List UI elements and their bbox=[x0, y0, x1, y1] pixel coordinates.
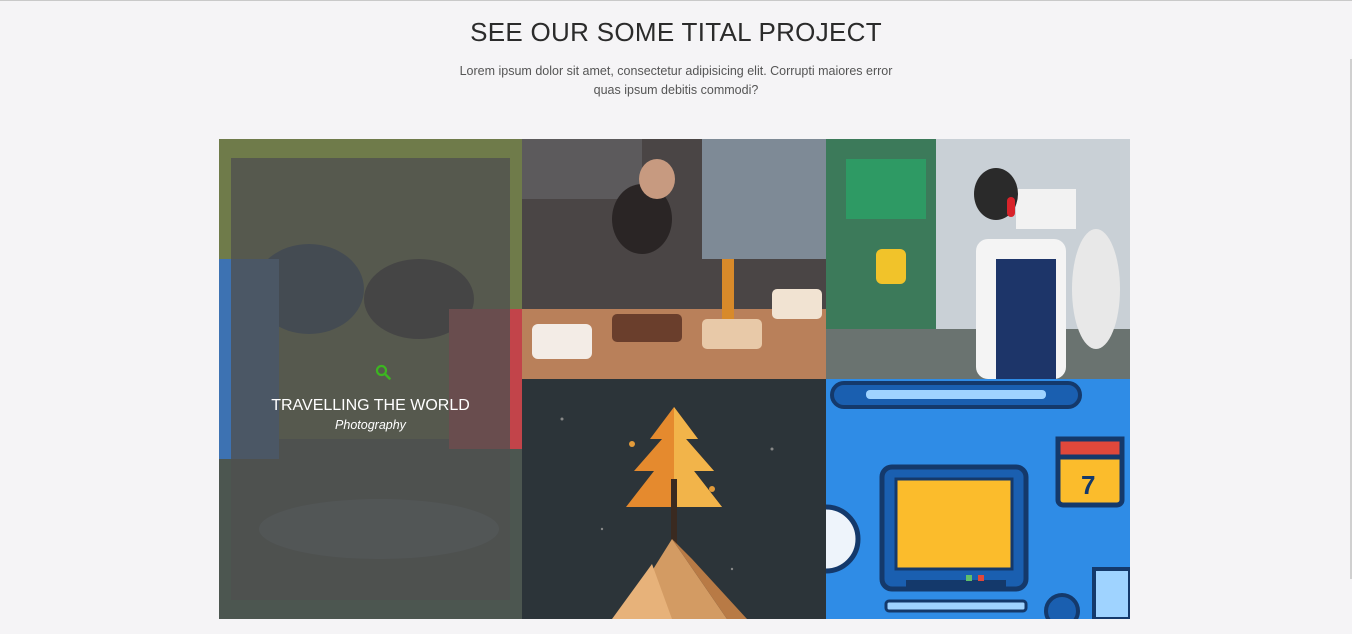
computer-illustration: 7 bbox=[826, 379, 1130, 619]
portfolio-grid: TRAVELLING THE WORLD Photography 7 bbox=[219, 139, 1130, 619]
portfolio-item-kids[interactable]: TRAVELLING THE WORLD Photography bbox=[219, 139, 522, 619]
section-title: SEE OUR SOME TITAL PROJECT bbox=[470, 17, 882, 47]
tree-illustration bbox=[522, 379, 826, 619]
portfolio-item-category: Photography bbox=[335, 418, 406, 432]
portfolio-item-worker[interactable] bbox=[826, 139, 1130, 379]
portfolio-item-bakery[interactable] bbox=[522, 139, 826, 379]
portfolio-overlay[interactable]: TRAVELLING THE WORLD Photography bbox=[231, 158, 510, 600]
portfolio-item-tree[interactable] bbox=[522, 379, 826, 619]
portfolio-item-title[interactable]: TRAVELLING THE WORLD bbox=[231, 397, 510, 415]
svg-text:7: 7 bbox=[1081, 470, 1095, 500]
worker-photo bbox=[826, 139, 1130, 379]
section-subtitle: Lorem ipsum dolor sit amet, consectetur … bbox=[459, 64, 893, 97]
bakery-photo bbox=[522, 139, 826, 379]
portfolio-item-computer[interactable]: 7 bbox=[826, 379, 1130, 619]
search-icon[interactable] bbox=[375, 364, 391, 380]
